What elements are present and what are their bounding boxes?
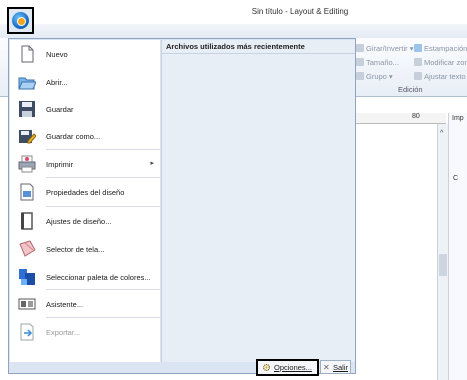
color-palette-icon [19, 269, 35, 285]
menu-item-wizard[interactable]: Asistente... [10, 291, 160, 317]
right-side-panel: Imp C [448, 113, 467, 380]
menu-item-open[interactable]: Abrir... [10, 69, 160, 95]
menu-item-color-palette[interactable]: Seleccionar paleta de colores... [10, 264, 160, 290]
menu-item-new[interactable]: Nuevo [10, 41, 160, 67]
menu-item-save[interactable]: Guardar [10, 96, 160, 122]
new-file-icon [21, 45, 34, 63]
exit-button[interactable]: ✕ Salir [320, 360, 351, 374]
menu-item-fabric-selector[interactable]: Selector de tela... [10, 236, 160, 262]
menu-separator [46, 206, 160, 207]
menu-item-design-properties[interactable]: Propiedades del diseño [10, 179, 160, 205]
save-icon [19, 101, 35, 117]
menu-item-design-settings[interactable]: Ajustes de diseño... [10, 208, 160, 234]
window-title: Sin título - Layout & Editing [251, 7, 349, 16]
size-icon [356, 58, 364, 66]
title-bar: Sin título - Layout & Editing [0, 0, 467, 25]
horizontal-ruler: 80 [356, 113, 446, 124]
submenu-arrow-icon: ▸ [150, 160, 154, 167]
rotate-icon [356, 44, 364, 52]
design-canvas[interactable] [356, 124, 437, 380]
ribbon-tab-strip [0, 24, 467, 39]
exit-icon: ✕ [323, 363, 330, 372]
app-orb-icon [12, 12, 29, 29]
export-icon [20, 323, 34, 341]
right-panel-label-1: Imp [452, 115, 464, 122]
design-settings-icon [21, 212, 33, 230]
design-properties-icon [20, 183, 34, 201]
scrollbar-thumb[interactable] [439, 254, 447, 276]
stamp-icon [414, 44, 422, 52]
scroll-up-icon[interactable]: ^ [440, 130, 443, 137]
modify-zone-icon [414, 58, 422, 66]
menu-item-save-as[interactable]: Guardar como... [10, 123, 160, 149]
application-button[interactable] [7, 7, 34, 34]
modify-zone-button[interactable]: Modificar zona [414, 58, 467, 67]
menu-separator [46, 289, 160, 290]
options-button[interactable]: Opciones... [256, 359, 319, 376]
recent-files-header: Archivos utilizados más recientemente [162, 40, 355, 54]
fabric-selector-icon [19, 240, 36, 257]
application-menu: Nuevo Abrir... Guardar Guardar como... I… [8, 38, 356, 374]
menu-item-print[interactable]: Imprimir ▸ [10, 151, 160, 177]
right-panel-label-2: C [453, 175, 459, 182]
options-gear-icon [262, 363, 271, 372]
size-button[interactable]: Tamaño... [356, 58, 399, 67]
ruler-mark: 80 [412, 113, 420, 120]
recent-files-panel: Archivos utilizados más recientemente [161, 40, 355, 362]
fit-text-icon [414, 72, 422, 80]
save-as-icon [19, 130, 36, 144]
menu-commands: Nuevo Abrir... Guardar Guardar como... I… [10, 40, 160, 362]
group-button[interactable]: Grupo ▾ [356, 72, 393, 81]
menu-item-export[interactable]: Exportar... [10, 319, 160, 345]
menu-separator [46, 317, 160, 318]
group-icon [356, 72, 364, 80]
vertical-scrollbar[interactable]: ^ [437, 124, 448, 380]
rotate-invert-button[interactable]: Girar/Invertir ▾ [356, 44, 414, 53]
fit-text-button[interactable]: Ajustar texto [414, 72, 466, 81]
open-folder-icon [18, 77, 36, 90]
stamp-button[interactable]: Estampación [414, 44, 467, 53]
menu-separator [46, 177, 160, 178]
menu-separator [46, 149, 160, 150]
wizard-icon [18, 298, 36, 310]
print-icon [18, 155, 36, 173]
ribbon-group-label: Edición [398, 85, 423, 94]
